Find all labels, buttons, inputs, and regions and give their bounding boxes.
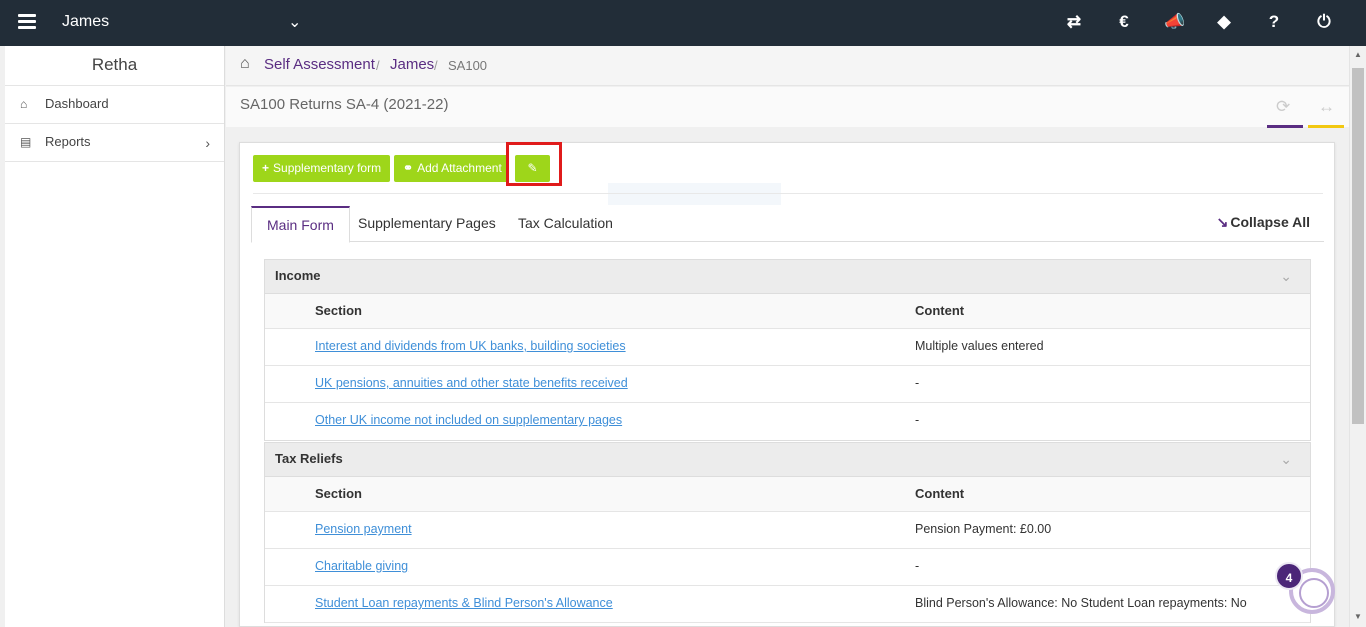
scroll-up-icon[interactable]: ▲ xyxy=(1354,50,1362,59)
sidebar-user-name: Retha xyxy=(5,46,224,86)
home-icon: ⌂ xyxy=(20,97,28,111)
table-row: UK pensions, annuities and other state b… xyxy=(265,366,1310,403)
refresh-icon[interactable]: ⟳ xyxy=(1276,97,1290,117)
sidebar: Retha ⌂ Dashboard ▤ Reports › xyxy=(5,46,225,627)
section-link[interactable]: Other UK income not included on suppleme… xyxy=(315,413,622,427)
help-icon[interactable]: ? xyxy=(1264,12,1284,34)
main-card: ​ +Supplementary form ⚭Add Attachment ✎ … xyxy=(239,142,1335,627)
breadcrumb: ⌂ Self Assessment / James / SA100 xyxy=(226,46,1349,86)
accent-bar-purple xyxy=(1267,125,1303,128)
paperclip-icon: ⚭ xyxy=(403,161,414,175)
home-icon[interactable]: ⌂ xyxy=(240,55,250,73)
plus-icon: + xyxy=(262,161,270,175)
table-row: Interest and dividends from UK banks, bu… xyxy=(265,329,1310,366)
column-header-content: Content xyxy=(915,486,965,501)
panel-title: Income xyxy=(275,268,321,283)
breadcrumb-current: SA100 xyxy=(448,58,488,73)
client-name[interactable]: James xyxy=(62,13,109,31)
column-header-section: Section xyxy=(315,303,362,318)
expand-icon[interactable]: ↔ xyxy=(1318,97,1335,117)
currency-icon[interactable]: € xyxy=(1114,12,1134,34)
section-link[interactable]: Charitable giving xyxy=(315,559,408,573)
divider xyxy=(253,193,1323,194)
section-link[interactable]: Student Loan repayments & Blind Person's… xyxy=(315,596,613,610)
section-content: - xyxy=(915,559,920,573)
tax-reliefs-panel: Tax Reliefs ⌄ Section Content Pension pa… xyxy=(264,442,1311,623)
page-scrollbar[interactable]: ▲ ▼ xyxy=(1349,46,1366,627)
scrollbar-thumb[interactable] xyxy=(1352,68,1364,424)
breadcrumb-self-assessment[interactable]: Self Assessment xyxy=(264,56,375,73)
table-header-row: Section Content xyxy=(265,294,1310,329)
sidebar-item-dashboard[interactable]: ⌂ Dashboard xyxy=(5,86,224,124)
collapse-icon: ↘ xyxy=(1216,214,1229,230)
menu-icon[interactable] xyxy=(18,14,36,30)
supplementary-form-button[interactable]: + Supplementary form xyxy=(253,155,390,182)
section-content: Blind Person's Allowance: No Student Loa… xyxy=(915,596,1247,610)
page-header: SA100 Returns SA-4 (2021-22) ⟳ ↔ xyxy=(226,87,1349,128)
tab-bar: Main Form Supplementary Pages Tax Calcul… xyxy=(251,206,1324,243)
breadcrumb-separator: / xyxy=(434,58,438,73)
breadcrumb-client[interactable]: James xyxy=(390,56,434,73)
panel-header[interactable]: Tax Reliefs ⌄ xyxy=(265,443,1310,477)
income-panel: Income ⌄ Section Content Interest and di… xyxy=(264,259,1311,441)
switch-icon[interactable]: ⇄ xyxy=(1064,12,1084,34)
top-bar: James ⌄ ⇄ € 📣 ◆ ? ⏻ xyxy=(0,0,1366,46)
table-row: Student Loan repayments & Blind Person's… xyxy=(265,586,1310,623)
sidebar-item-reports[interactable]: ▤ Reports › xyxy=(5,124,224,162)
announcement-icon[interactable]: 📣 xyxy=(1164,12,1185,34)
table-row: Other UK income not included on suppleme… xyxy=(265,403,1310,440)
add-attachment-button[interactable]: ⚭ Add Attachment xyxy=(394,155,509,182)
section-content: - xyxy=(915,413,920,427)
tab-tax-calculation[interactable]: Tax Calculation xyxy=(503,206,628,242)
section-content: Multiple values entered xyxy=(915,339,1044,353)
highlight-box xyxy=(506,142,562,186)
section-link[interactable]: Pension payment xyxy=(315,522,412,536)
column-header-content: Content xyxy=(915,303,965,318)
sidebar-item-label: Dashboard xyxy=(45,96,109,111)
table-row: Charitable giving - xyxy=(265,549,1310,586)
notification-badge[interactable]: 4 xyxy=(1275,562,1303,590)
panel-title: Tax Reliefs xyxy=(275,451,343,466)
accent-bar-yellow xyxy=(1308,125,1344,128)
chevron-down-icon[interactable]: ⌄ xyxy=(1280,443,1292,475)
ticket-icon[interactable]: ◆ xyxy=(1214,12,1234,34)
chevron-down-icon[interactable]: ⌄ xyxy=(1280,260,1292,292)
tab-supplementary-pages[interactable]: Supplementary Pages xyxy=(343,206,511,242)
power-icon[interactable]: ⏻ xyxy=(1314,12,1334,34)
collapse-all-button[interactable]: ↘ Collapse All xyxy=(1217,214,1310,231)
sidebar-item-label: Reports xyxy=(45,134,91,149)
section-content: - xyxy=(915,376,920,390)
tab-main-form[interactable]: Main Form xyxy=(251,206,350,243)
table-row: Pension payment Pension Payment: £0.00 xyxy=(265,512,1310,549)
table-header-row: Section Content xyxy=(265,477,1310,512)
faded-overlay: ​ xyxy=(608,183,781,205)
document-icon: ▤ xyxy=(20,135,32,149)
breadcrumb-separator: / xyxy=(376,58,380,73)
scroll-down-icon[interactable]: ▼ xyxy=(1354,612,1362,621)
page-title: SA100 Returns SA-4 (2021-22) xyxy=(240,96,449,113)
column-header-section: Section xyxy=(315,486,362,501)
section-link[interactable]: Interest and dividends from UK banks, bu… xyxy=(315,339,626,353)
chevron-down-icon[interactable]: ⌄ xyxy=(288,12,301,32)
section-link[interactable]: UK pensions, annuities and other state b… xyxy=(315,376,628,390)
section-content: Pension Payment: £0.00 xyxy=(915,522,1052,536)
panel-header[interactable]: Income ⌄ xyxy=(265,260,1310,294)
chevron-right-icon: › xyxy=(205,135,210,151)
